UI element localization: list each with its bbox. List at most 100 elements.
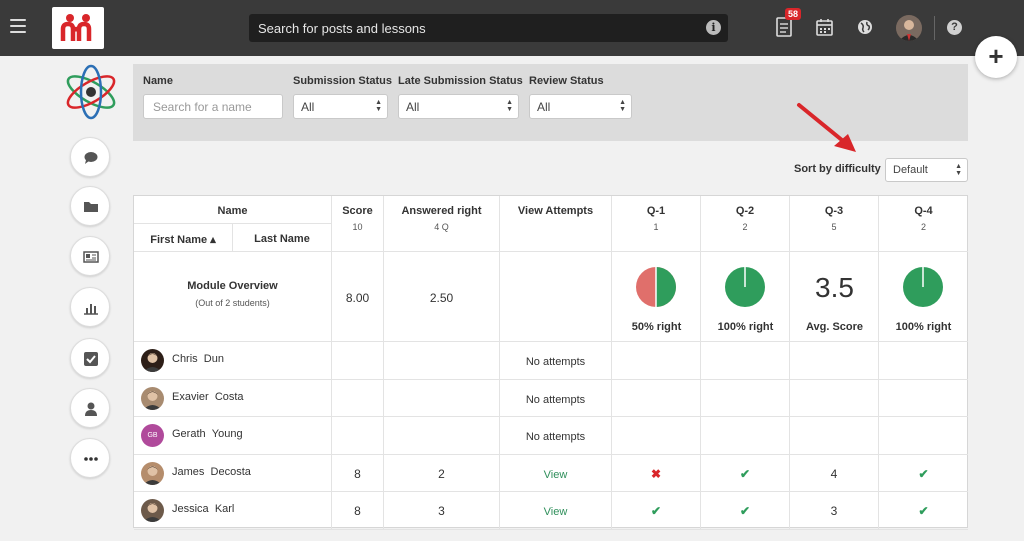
app-logo[interactable] [52,7,104,49]
globe-icon[interactable] [857,19,873,35]
search-bar[interactable]: Search for posts and lessons i [249,14,728,42]
more-icon [84,457,98,461]
late-submission-select[interactable]: All ▲ ▼ [398,94,519,119]
course-atom-icon[interactable] [62,62,120,122]
student-avatar [141,499,164,522]
q2-cell: ✔ [701,454,790,492]
name-filter-label: Name [143,75,173,87]
q1-header-label: Q-1 [646,205,666,217]
more-button[interactable] [70,438,110,478]
files-button[interactable] [70,186,110,226]
check-icon: ✔ [739,504,751,518]
student-name-cell[interactable]: James Decosta [134,454,332,492]
q4-pie-label: 100% right [895,321,952,333]
view-attempts-link[interactable]: View [544,506,568,518]
q2-pie-chart [725,267,765,307]
calendar-icon[interactable] [816,18,833,36]
student-name: Jessica Karl [172,503,234,515]
review-status-select[interactable]: All ▲ ▼ [529,94,632,119]
module-overview-cell: Module Overview (Out of 2 students) [134,252,332,342]
student-avatar [141,461,164,485]
score-cell: 8 [332,454,384,492]
select-arrows-icon: ▲ ▼ [506,99,513,113]
view-attempts-link[interactable]: View [544,469,568,481]
q4-cell [879,380,968,417]
late-submission-value: All [406,100,420,114]
last-name-header[interactable]: Last Name [233,224,332,252]
q2-cell [701,342,790,380]
name-search-input[interactable]: Search for a name [143,94,283,119]
overview-attempts [500,252,612,342]
analytics-button[interactable] [70,287,110,327]
answered-header: Answered right 4 Q [384,196,500,252]
add-button[interactable]: + [975,36,1017,78]
lessons-button[interactable] [70,236,110,276]
q3-cell [790,342,879,380]
q1-cell [612,417,701,455]
q1-header-sub: 1 [653,222,659,232]
user-avatar[interactable] [896,15,922,41]
q4-cell: ✔ [879,455,968,492]
score-header: Score 10 [332,196,384,252]
members-button[interactable] [70,388,110,428]
student-name: Gerath Young [172,428,243,440]
no-attempts-text: No attempts [525,393,586,406]
student-name-cell[interactable]: Chris Dun [134,342,332,380]
score-cell [332,379,384,417]
no-attempts-text: No attempts [525,431,586,443]
student-name-cell[interactable]: Exavier Costa [134,379,332,417]
checkbox-icon [84,352,98,366]
search-input[interactable]: Search for posts and lessons [258,21,426,36]
student-last-name: Karl [214,503,235,515]
student-name-cell[interactable]: GB Gerath Young [134,417,332,455]
attempts-cell: View [500,492,612,530]
q3-cell: 3 [790,492,879,530]
notifications-icon[interactable] [776,17,792,37]
q1-cell [612,342,701,380]
attempts-cell: No attempts [500,417,612,455]
first-name-header[interactable]: First Name ▴ [134,224,233,252]
submission-status-label: Submission Status [293,75,393,87]
q4-header-label: Q-4 [914,205,933,217]
q3-avg-score: 3.5 [815,272,854,303]
q1-cell: ✖ [612,454,701,492]
help-icon[interactable]: ? [947,20,962,35]
q3-cell [790,379,879,417]
submission-status-value: All [301,100,315,114]
info-icon[interactable]: i [706,20,721,35]
check-icon: ✔ [650,504,662,518]
q2-header: Q-2 2 [701,196,790,252]
review-status-label: Review Status [529,75,604,87]
q4-header-sub: 2 [920,222,926,232]
module-overview-title: Module Overview [187,280,278,292]
sort-value: Default [893,164,928,176]
answered-cell [384,342,500,380]
student-name-cell[interactable]: Jessica Karl [134,492,332,530]
q1-header: Q-1 1 [612,196,701,252]
q2-header-label: Q-2 [735,205,755,217]
answered-header-label: Answered right [401,205,482,217]
chat-icon [84,152,98,164]
name-header: Name [134,196,332,224]
overview-score: 8.00 [332,252,384,342]
assignments-button[interactable] [70,338,110,378]
student-first-name: Chris [172,353,198,365]
attempts-cell: View [500,454,612,492]
q3-cell [790,417,879,455]
answered-cell: 2 [384,454,500,492]
q3-header-sub: 5 [831,222,837,232]
q3-header-label: Q-3 [824,205,844,217]
q2-cell [701,417,790,455]
student-first-name: Gerath [172,428,206,440]
discussion-button[interactable] [70,137,110,177]
no-attempts-text: No attempts [525,356,586,368]
top-bar: Search for posts and lessons i 58 ? [0,0,1024,56]
attempts-cell: No attempts [500,342,612,380]
sort-select[interactable]: Default ▲ ▼ [885,158,968,182]
q4-cell: ✔ [879,492,968,530]
check-icon: ✔ [739,466,751,481]
menu-icon[interactable] [10,19,26,33]
check-icon: ✔ [918,504,929,518]
student-first-name: Exavier [172,390,209,403]
submission-status-select[interactable]: All ▲ ▼ [293,94,388,119]
